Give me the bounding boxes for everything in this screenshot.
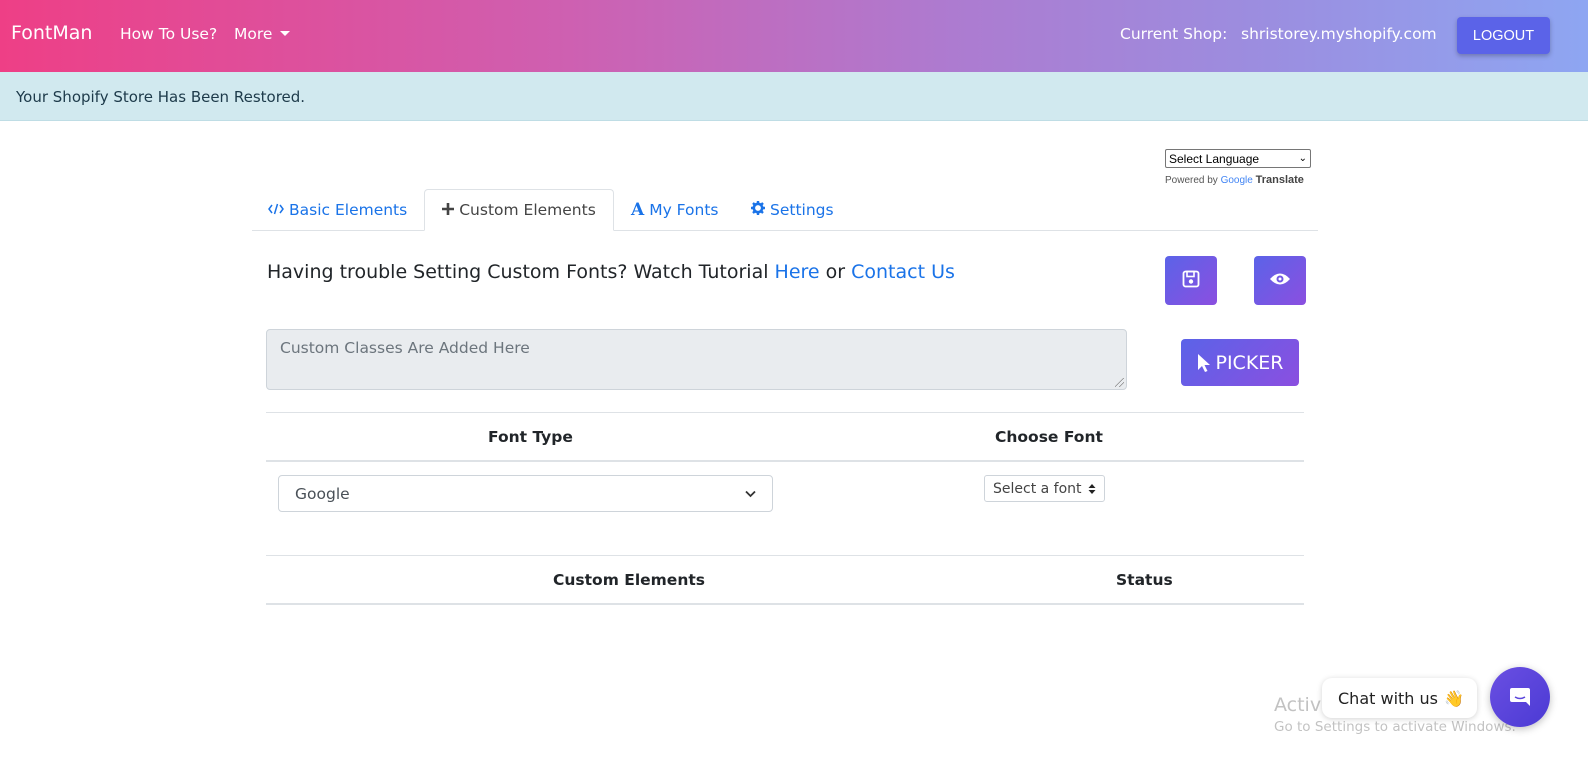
resize-handle[interactable] xyxy=(1115,378,1124,387)
picker-label: PICKER xyxy=(1215,351,1284,374)
help-text: Having trouble Setting Custom Fonts? Wat… xyxy=(267,261,955,283)
contact-us-link[interactable]: Contact Us xyxy=(851,261,955,283)
choose-font-select[interactable]: Select a font xyxy=(984,475,1105,502)
logout-button[interactable]: LOGOUT xyxy=(1457,17,1550,54)
custom-classes-textarea[interactable]: Custom Classes Are Added Here xyxy=(266,329,1127,390)
tab-label: Basic Elements xyxy=(289,201,408,219)
restore-alert: Your Shopify Store Has Been Restored. xyxy=(0,72,1588,121)
google-logo-text[interactable]: Google xyxy=(1221,175,1253,186)
help-text-or: or xyxy=(819,261,852,283)
tab-label: Custom Elements xyxy=(459,201,596,219)
navbar: FontMan How To Use? More Current Shop: s… xyxy=(0,0,1588,72)
picker-button[interactable]: PICKER xyxy=(1181,339,1299,386)
plus-icon xyxy=(442,201,455,219)
font-type-value: Google xyxy=(295,484,350,503)
save-button[interactable] xyxy=(1165,256,1217,305)
tab-basic-elements[interactable]: Basic Elements xyxy=(268,189,407,231)
elements-table-header: Custom Elements Status xyxy=(266,555,1304,605)
code-icon xyxy=(268,201,284,219)
powered-by-google: Powered by Google Translate xyxy=(1165,174,1304,186)
eye-icon xyxy=(1269,271,1291,290)
tab-settings[interactable]: Settings xyxy=(751,189,834,231)
nav-more-label: More xyxy=(234,25,273,43)
tab-my-fonts[interactable]: A My Fonts xyxy=(631,189,719,231)
preview-button[interactable] xyxy=(1254,256,1306,305)
powered-by-text: Powered by xyxy=(1165,175,1218,186)
choose-font-value: Select a font xyxy=(993,480,1082,497)
current-shop-label: Current Shop: xyxy=(1120,25,1228,43)
font-table-header: Font Type Choose Font xyxy=(266,412,1304,462)
font-icon: A xyxy=(631,200,645,220)
chat-icon xyxy=(1510,688,1530,706)
column-header: Choose Font xyxy=(995,428,1103,446)
tab-bar: Basic Elements Custom Elements A My Font… xyxy=(252,189,1318,231)
brand-logo[interactable]: FontMan xyxy=(11,22,92,44)
translate-link[interactable]: Translate xyxy=(1256,174,1304,186)
font-type-select[interactable]: Google xyxy=(278,475,773,512)
nav-more-dropdown[interactable]: More xyxy=(234,25,291,43)
chevron-down-icon xyxy=(745,490,756,497)
current-shop-name: shristorey.myshopify.com xyxy=(1241,25,1437,43)
waving-hand-icon: 👋 xyxy=(1443,688,1464,708)
activate-windows-subtext: Go to Settings to activate Windows. xyxy=(1274,719,1516,735)
custom-classes-placeholder: Custom Classes Are Added Here xyxy=(280,339,530,357)
cursor-icon xyxy=(1197,353,1210,372)
column-header: Custom Elements xyxy=(553,571,705,589)
column-header: Font Type xyxy=(488,428,573,446)
tutorial-link[interactable]: Here xyxy=(775,261,820,283)
chat-label: Chat with us xyxy=(1338,688,1438,708)
language-select[interactable]: Select Language ⌄ xyxy=(1165,149,1311,168)
chat-prompt[interactable]: Chat with us 👋 xyxy=(1322,678,1477,718)
tab-label: Settings xyxy=(770,201,834,219)
column-header: Status xyxy=(1116,571,1173,589)
language-select-value: Select Language xyxy=(1169,151,1260,166)
gear-icon xyxy=(751,201,765,219)
sort-icon xyxy=(1088,483,1096,494)
help-text-prefix: Having trouble Setting Custom Fonts? Wat… xyxy=(267,261,775,283)
tab-label: My Fonts xyxy=(649,201,719,219)
tab-custom-elements[interactable]: Custom Elements xyxy=(424,189,614,231)
chat-launcher-button[interactable] xyxy=(1490,667,1550,727)
nav-how-to-use[interactable]: How To Use? xyxy=(120,25,217,43)
save-icon xyxy=(1182,270,1200,292)
caret-down-icon xyxy=(280,31,291,36)
alert-message: Your Shopify Store Has Been Restored. xyxy=(16,88,306,106)
chevron-down-icon: ⌄ xyxy=(1298,153,1307,164)
